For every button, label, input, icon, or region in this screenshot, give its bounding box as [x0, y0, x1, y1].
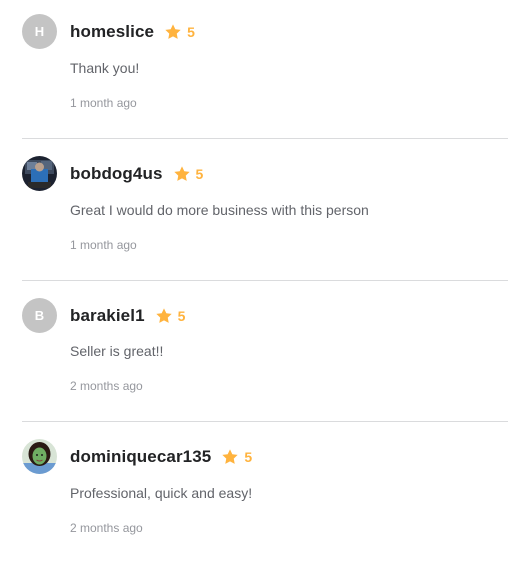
avatar-photo [22, 156, 57, 191]
review-comment: Professional, quick and easy! [70, 485, 253, 501]
rating: 5 [221, 448, 252, 466]
review-header: homeslice 5 [70, 20, 195, 44]
review-comment: Seller is great!! [70, 343, 164, 359]
avatar-initial: B [34, 308, 45, 323]
review-header: bobdog4us 5 [70, 162, 203, 186]
reviewer-username[interactable]: homeslice [70, 22, 154, 42]
reviews-list: H homeslice 5 Thank you! 1 month ago bob… [0, 0, 530, 565]
star-icon [221, 448, 239, 466]
star-icon [155, 307, 173, 325]
avatar[interactable] [22, 439, 57, 474]
divider [22, 280, 508, 281]
rating: 5 [173, 165, 204, 183]
avatar-photo [22, 439, 57, 474]
review-timestamp: 2 months ago [70, 379, 143, 393]
reviewer-username[interactable]: dominiquecar135 [70, 447, 211, 467]
rating: 5 [155, 307, 186, 325]
star-icon [164, 23, 182, 41]
avatar[interactable]: B [22, 298, 57, 333]
review-comment: Thank you! [70, 60, 140, 76]
star-icon [173, 165, 191, 183]
rating: 5 [164, 23, 195, 41]
avatar[interactable] [22, 156, 57, 191]
rating-value: 5 [177, 308, 186, 324]
reviewer-username[interactable]: barakiel1 [70, 306, 145, 326]
review-header: dominiquecar135 5 [70, 445, 252, 469]
reviewer-username[interactable]: bobdog4us [70, 164, 163, 184]
rating-value: 5 [187, 24, 195, 40]
review-timestamp: 1 month ago [70, 96, 137, 110]
review-comment: Great I would do more business with this… [70, 202, 369, 218]
divider [22, 421, 508, 422]
rating-value: 5 [195, 166, 204, 182]
avatar[interactable]: H [22, 14, 57, 49]
review-header: barakiel1 5 [70, 304, 185, 328]
review-timestamp: 1 month ago [70, 238, 137, 252]
rating-value: 5 [244, 449, 253, 465]
avatar-initial: H [34, 24, 45, 39]
divider [22, 138, 508, 139]
review-timestamp: 2 months ago [70, 521, 143, 535]
